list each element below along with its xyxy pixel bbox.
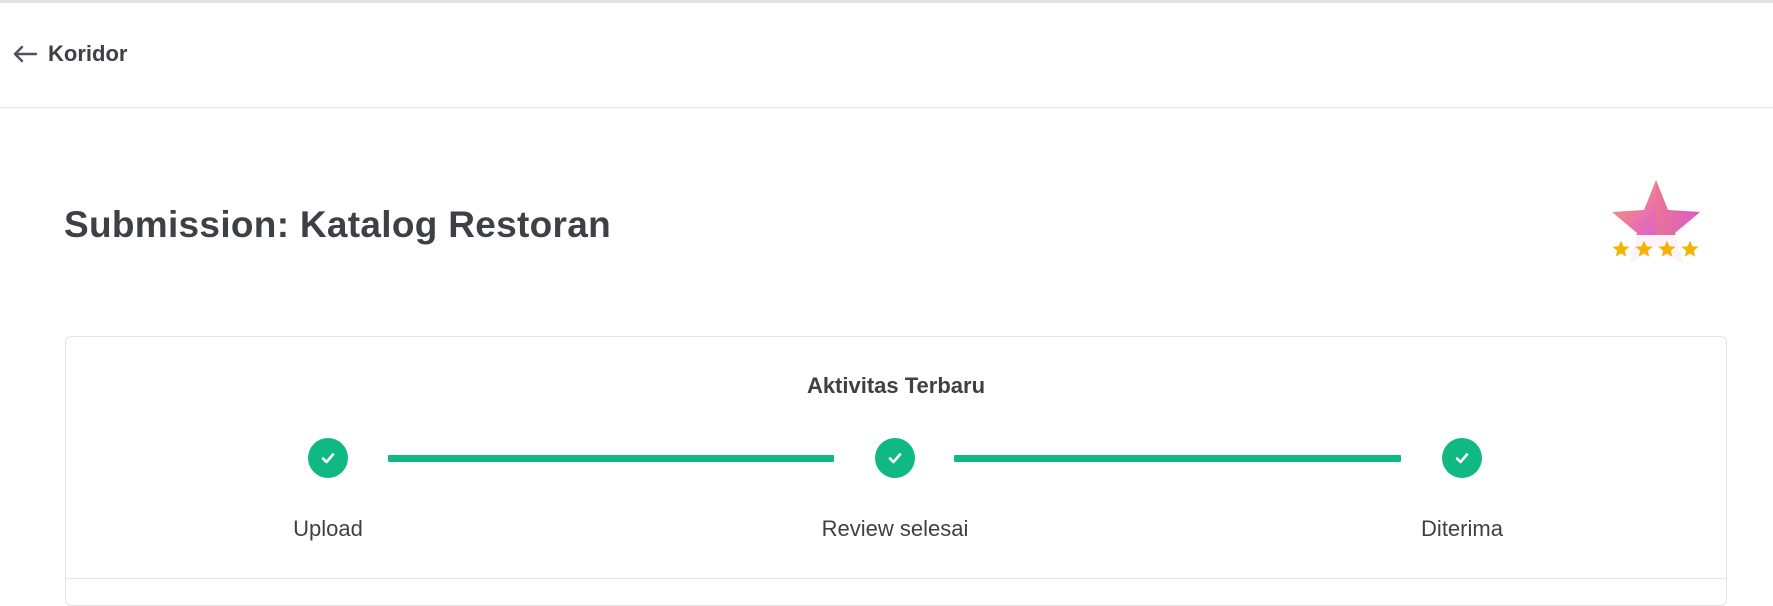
back-link-label: Koridor	[48, 41, 128, 66]
page-title: Submission: Katalog Restoran	[64, 204, 612, 245]
step-accepted-check	[1442, 438, 1482, 478]
activity-title: Aktivitas Terbaru	[806, 373, 986, 398]
top-header: Koridor	[0, 3, 1773, 108]
back-link[interactable]: Koridor	[12, 41, 127, 67]
check-icon	[321, 453, 335, 464]
check-icon	[888, 453, 902, 464]
card-divider	[66, 578, 1726, 579]
step-upload-check	[308, 438, 348, 478]
check-icon	[1455, 453, 1469, 464]
progress-line-1	[388, 455, 834, 462]
star-rating-badge-icon	[1605, 180, 1707, 264]
progress-line-2	[954, 455, 1401, 462]
activity-card: Aktivitas Terbaru Upload Review selesai …	[65, 336, 1727, 606]
arrow-left-icon	[13, 45, 38, 63]
step-review-check	[875, 438, 915, 478]
step-label-review: Review selesai	[821, 516, 969, 541]
step-label-upload: Upload	[293, 516, 363, 541]
step-label-accepted: Diterima	[1421, 516, 1503, 541]
